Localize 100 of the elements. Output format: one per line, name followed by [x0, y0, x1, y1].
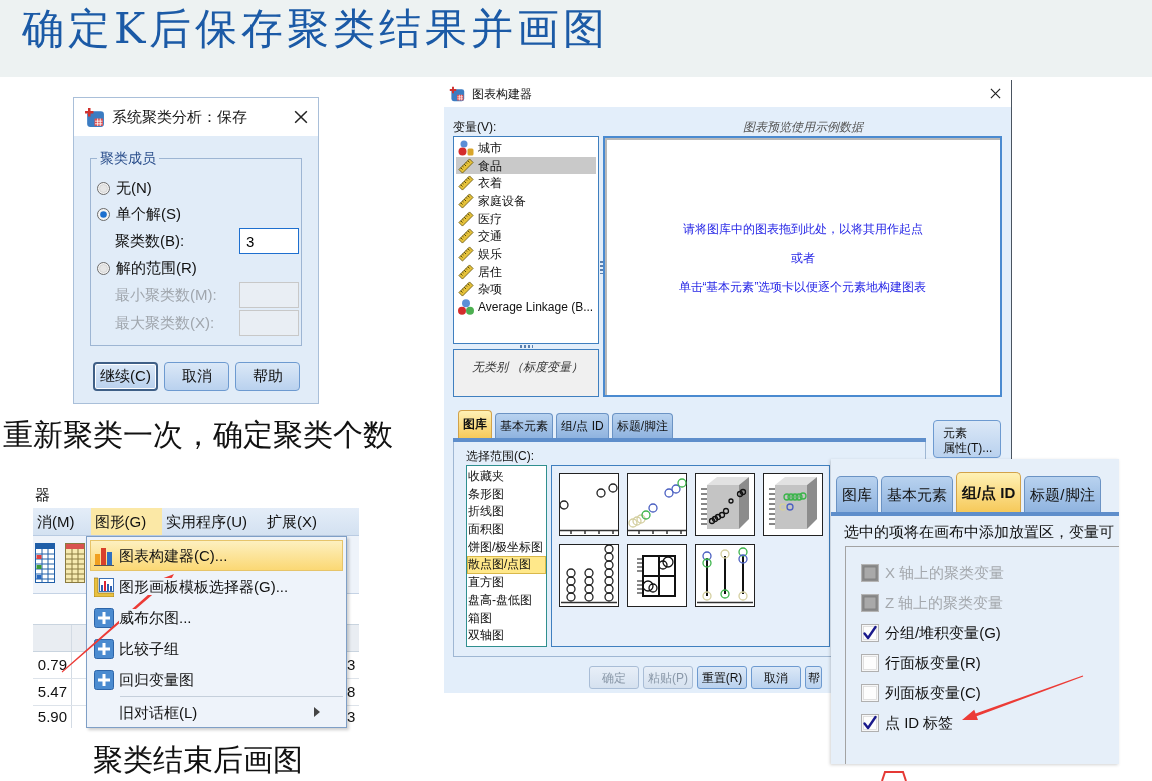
dot-plot-icon[interactable]	[559, 544, 619, 607]
tab[interactable]: 基本元素	[881, 476, 953, 512]
checkbox[interactable]	[861, 624, 879, 642]
menu-item[interactable]: 回归变量图	[90, 664, 343, 695]
tab[interactable]: 标题/脚注	[1024, 476, 1101, 512]
dialog-button[interactable]: 取消	[751, 666, 801, 689]
app-icon	[449, 85, 465, 102]
dialog-title: 图表构建器	[472, 85, 533, 102]
menu-item[interactable]: 威布尔图...	[90, 602, 343, 633]
table-icon[interactable]	[65, 543, 85, 583]
number-field[interactable]: 3	[239, 228, 299, 254]
plus-icon	[94, 669, 114, 690]
caption-text: 重新聚类一次，确定聚类个数	[3, 417, 393, 453]
chart-template-icon	[94, 576, 114, 597]
dialog-button[interactable]: 重置(R)	[697, 666, 747, 689]
checkbox-label: 行面板变量(R)	[885, 652, 981, 673]
shapes-icon	[458, 139, 474, 156]
radio-label: 无(N)	[116, 177, 152, 198]
checkbox-label: 点 ID 标签	[885, 712, 954, 733]
field-label: 选择范围(C):	[466, 448, 534, 464]
menu-item[interactable]: 旧对话框(L)	[90, 698, 343, 726]
menu-item[interactable]: 图表构建器(C)...	[90, 540, 343, 571]
checkbox[interactable]	[861, 684, 879, 702]
list-item[interactable]: 收藏夹	[467, 468, 546, 486]
field-label: 最小聚类数(M):	[114, 284, 218, 305]
tab[interactable]: 组/点 ID	[556, 413, 609, 438]
checkbox[interactable]	[861, 654, 879, 672]
checkbox-label: Z 轴上的聚类变量	[885, 592, 1004, 613]
variable-item[interactable]: 医疗	[456, 209, 596, 228]
variable-item[interactable]: 交通	[456, 227, 596, 246]
field-label: 聚类数(B):	[114, 230, 186, 251]
list-item[interactable]: 面积图	[467, 521, 546, 539]
list-item[interactable]: 盘高-盘低图	[467, 591, 546, 610]
menu-item[interactable]: 扩展(X)	[263, 508, 333, 535]
balls-icon	[458, 299, 474, 316]
radio-button[interactable]	[97, 207, 110, 221]
list-item[interactable]: 箱图	[467, 609, 546, 628]
radio-button[interactable]	[97, 181, 110, 195]
table-cell-text: 3	[346, 707, 357, 727]
list-item[interactable]: 直方图	[467, 574, 546, 592]
field-label: 变量(V):	[453, 119, 497, 136]
dialog-button[interactable]: 继续(C)	[93, 362, 158, 391]
caption-text: 聚类结束后画图	[93, 742, 303, 778]
menu-item[interactable]: 实用程序(U)	[162, 508, 263, 535]
dialog-button[interactable]: 帮助	[235, 362, 300, 391]
list-item[interactable]: 饼图/极坐标图	[467, 538, 546, 557]
preview-caption: 图表预览使用示例数据	[742, 119, 863, 136]
tab[interactable]: 组/点 ID	[956, 472, 1022, 512]
list-item[interactable]: 折线图	[467, 503, 546, 522]
group-title: 聚类成员	[97, 150, 159, 166]
scatter-matrix-icon[interactable]	[627, 544, 687, 607]
variable-item[interactable]: 城市	[456, 139, 596, 157]
tab[interactable]: 图库	[836, 476, 878, 512]
window-title: 器	[34, 485, 50, 505]
instruction-text: 单击“基本元素”选项卡以便逐个元素地构建图表	[678, 278, 927, 295]
ruler-icon	[458, 157, 474, 174]
grouped-scatter-icon[interactable]	[627, 473, 687, 536]
scatter-plot-icon[interactable]	[559, 473, 619, 536]
list-item[interactable]: 条形图	[467, 485, 546, 504]
field-label: 最大聚类数(X):	[114, 312, 216, 333]
instruction-text: 请将图库中的图表拖到此处，以将其用作起点	[682, 220, 923, 237]
close-icon[interactable]	[990, 88, 1001, 99]
variable-item[interactable]: Average Linkage (B...	[456, 298, 596, 316]
tab[interactable]: 标题/脚注	[611, 413, 673, 438]
checkbox-label: X 轴上的聚类变量	[885, 562, 1005, 583]
variable-item[interactable]: 食品	[456, 156, 596, 175]
tab[interactable]: 图库	[458, 410, 492, 438]
checkbox[interactable]	[861, 714, 879, 732]
menu-item[interactable]: 图形画板模板选择器(G)...	[90, 571, 343, 602]
cube-scatter-icon[interactable]	[695, 473, 755, 536]
variable-item[interactable]: 家庭设备	[456, 192, 596, 210]
splitter-handle[interactable]	[519, 345, 533, 348]
variable-item[interactable]: 娱乐	[456, 245, 596, 263]
variable-item[interactable]: 衣着	[456, 174, 596, 193]
table-icon[interactable]	[35, 543, 55, 583]
category-note: 无类别 （标度变量）	[472, 360, 584, 374]
dialog-title: 系统聚类分析：保存	[112, 107, 248, 127]
menu-item[interactable]: 比较子组	[90, 633, 343, 664]
list-item[interactable]: 双轴图	[467, 627, 546, 645]
table-cell: 5.90	[33, 706, 72, 728]
bar-chart-icon	[94, 545, 114, 566]
radio-label: 解的范围(R)	[116, 257, 197, 278]
dialog-button[interactable]: 取消	[164, 362, 229, 391]
element-properties-button[interactable]: 元素属性(T)...	[933, 420, 1001, 458]
menu-item[interactable]: 图形(G)	[90, 508, 163, 535]
variable-item[interactable]: 居住	[456, 262, 596, 281]
radio-label: 单个解(S)	[116, 203, 181, 224]
caret-icon	[314, 707, 320, 717]
radio-button[interactable]	[97, 261, 110, 275]
cube-grouped-scatter-icon[interactable]	[763, 473, 823, 536]
menu-item[interactable]: 消(M)	[33, 508, 91, 535]
splitter-handle[interactable]	[599, 259, 603, 274]
tab[interactable]: 基本元素	[495, 413, 553, 438]
table-cell-text: 3	[346, 655, 357, 675]
list-item[interactable]: 散点图/点图	[467, 556, 546, 575]
variable-item[interactable]: 杂项	[456, 280, 596, 299]
close-icon[interactable]	[294, 110, 308, 124]
dialog-button[interactable]: 帮	[805, 666, 822, 689]
checkbox-label: 列面板变量(C)	[885, 682, 981, 703]
table-cell-text: 8	[346, 682, 357, 702]
